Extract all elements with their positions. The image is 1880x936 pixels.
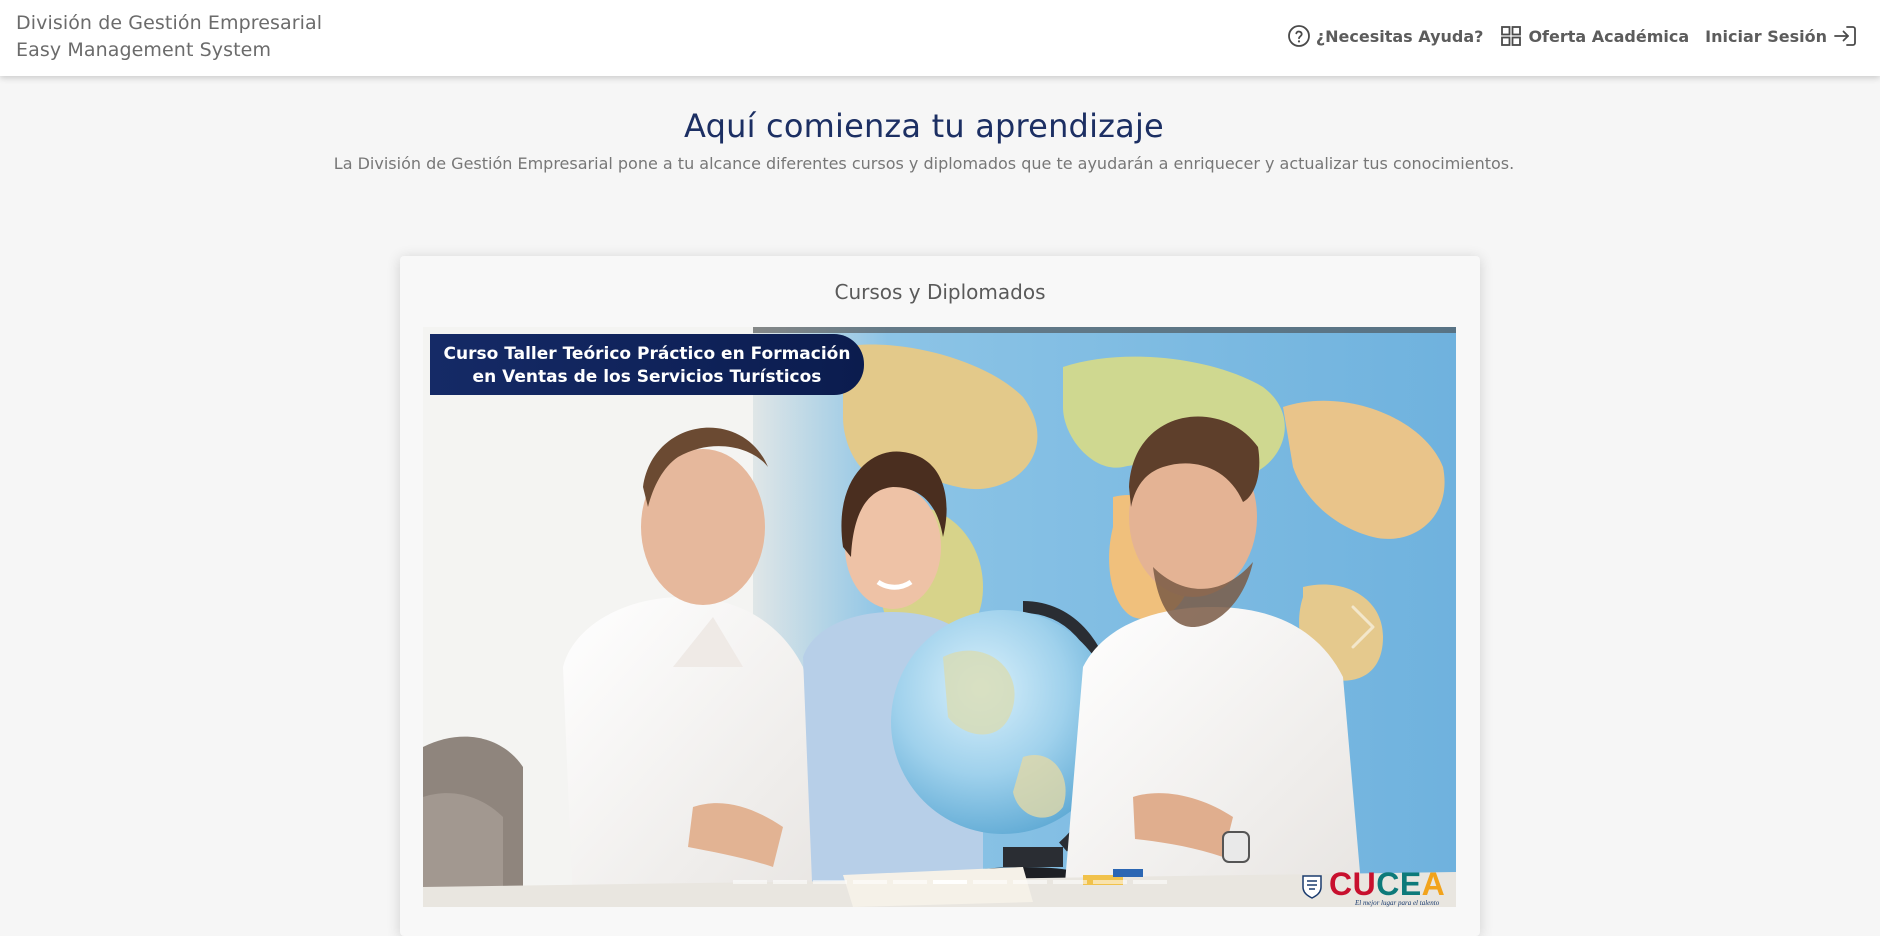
carousel-indicator[interactable] — [1013, 880, 1047, 884]
carousel-indicator[interactable] — [1133, 880, 1167, 884]
carousel-indicator[interactable] — [733, 880, 767, 884]
courses-carousel[interactable]: Curso Taller Teórico Práctico en Formaci… — [423, 327, 1456, 907]
nav-links: ¿Necesitas Ayuda? Oferta Académica Inici… — [1287, 22, 1858, 50]
academic-offer-link[interactable]: Oferta Académica — [1499, 22, 1689, 50]
slide-image[interactable] — [423, 327, 1456, 907]
brand-line-2: Easy Management System — [16, 39, 272, 61]
carousel-next-button[interactable] — [1343, 597, 1383, 657]
academic-offer-label: Oferta Académica — [1528, 26, 1690, 46]
top-navbar: División de Gestión Empresarial Easy Man… — [0, 0, 1880, 76]
cucea-logo-tagline: El mejor lugar para el talento — [1355, 899, 1440, 907]
help-circle-icon — [1287, 25, 1310, 47]
courses-card: Cursos y Diplomados Curso Taller Teórico… — [400, 256, 1480, 936]
login-icon — [1834, 26, 1856, 46]
brand[interactable]: División de Gestión Empresarial Easy Man… — [16, 10, 322, 64]
carousel-indicator[interactable] — [813, 880, 847, 884]
cucea-logo-wordmark: CUCEA — [1329, 866, 1446, 902]
carousel-indicator[interactable] — [893, 880, 927, 884]
carousel-indicators — [733, 880, 1167, 884]
login-link[interactable]: Iniciar Sesión — [1705, 22, 1858, 50]
card-title: Cursos y Diplomados — [834, 280, 1046, 304]
login-label: Iniciar Sesión — [1705, 26, 1827, 46]
carousel-indicator[interactable] — [853, 880, 887, 884]
page-subtitle: La División de Gestión Empresarial pone … — [333, 154, 1515, 173]
help-link[interactable]: ¿Necesitas Ayuda? — [1287, 22, 1484, 50]
slide-course-label[interactable]: Curso Taller Teórico Práctico en Formaci… — [430, 334, 864, 395]
cucea-logo: CUCEA El mejor lugar para el talento — [1295, 867, 1450, 907]
page-title: Aquí comienza tu aprendizaje — [684, 107, 1164, 145]
carousel-indicator[interactable] — [1053, 880, 1087, 884]
carousel-indicator[interactable] — [973, 880, 1007, 884]
carousel-indicator[interactable] — [773, 880, 807, 884]
chevron-right-icon — [1351, 605, 1375, 649]
carousel-indicator[interactable] — [933, 880, 967, 884]
help-label: ¿Necesitas Ayuda? — [1315, 26, 1484, 46]
carousel-indicator[interactable] — [1093, 880, 1127, 884]
university-seal-icon — [1302, 875, 1322, 899]
brand-line-1: División de Gestión Empresarial — [16, 12, 323, 34]
grid-icon — [1501, 26, 1522, 46]
